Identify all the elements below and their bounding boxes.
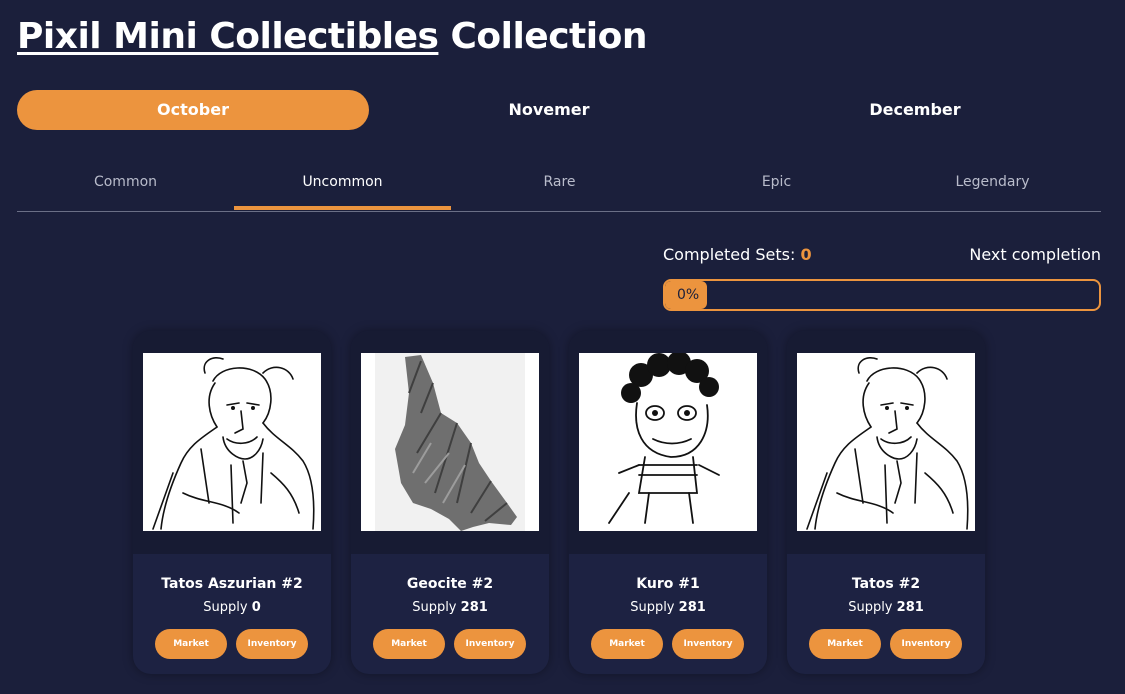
card-supply: Supply 281 [787, 600, 985, 615]
inventory-button[interactable]: Inventory [890, 629, 962, 659]
month-tabs: October Novemer December [17, 90, 1101, 130]
tab-december[interactable]: December [729, 90, 1101, 130]
crystal-rock-icon [361, 353, 539, 531]
market-button[interactable]: Market [373, 629, 445, 659]
tab-epic[interactable]: Epic [668, 160, 885, 208]
card-name: Tatos #2 [851, 576, 921, 592]
supply-label: Supply [848, 600, 893, 615]
card-image-frame [787, 331, 985, 554]
completed-sets-count: 0 [800, 245, 812, 264]
card-supply: Supply 0 [133, 600, 331, 615]
supply-value: 281 [460, 600, 488, 615]
progress-percent: 0% [677, 287, 700, 303]
collectible-card: Tatos #2 Supply 281 Market Inventory [787, 331, 985, 674]
supply-value: 281 [896, 600, 924, 615]
supply-label: Supply [203, 600, 248, 615]
inventory-button[interactable]: Inventory [236, 629, 308, 659]
card-supply: Supply 281 [569, 600, 767, 615]
tab-novemer[interactable]: Novemer [369, 90, 729, 130]
next-completion-label: Next completion [969, 245, 1101, 264]
completed-sets: Completed Sets: 0 [663, 245, 812, 264]
supply-label: Supply [630, 600, 675, 615]
man-sketch-icon [143, 353, 321, 531]
card-image-frame [569, 331, 767, 554]
page-title: Pixil Mini Collectibles Collection [17, 16, 647, 57]
inventory-button[interactable]: Inventory [672, 629, 744, 659]
market-button[interactable]: Market [591, 629, 663, 659]
tab-common[interactable]: Common [17, 160, 234, 208]
card-image-frame [133, 331, 331, 554]
frog-samurai-icon [579, 353, 757, 531]
supply-label: Supply [412, 600, 457, 615]
tab-rare[interactable]: Rare [451, 160, 668, 208]
card-name: Geocite #2 [406, 576, 494, 592]
tab-legendary[interactable]: Legendary [884, 160, 1101, 208]
supply-value: 281 [678, 600, 706, 615]
inventory-button[interactable]: Inventory [454, 629, 526, 659]
market-button[interactable]: Market [155, 629, 227, 659]
man-sketch-icon [797, 353, 975, 531]
card-supply: Supply 281 [351, 600, 549, 615]
collection-page: Pixil Mini Collectibles Collection Octob… [0, 0, 1125, 694]
supply-value: 0 [251, 600, 261, 615]
completion-progress-bar: 0% [663, 279, 1101, 311]
completed-sets-label: Completed Sets: [663, 245, 796, 264]
collection-link[interactable]: Pixil Mini Collectibles [17, 16, 439, 57]
collectible-card: Geocite #2 Supply 281 Market Inventory [351, 331, 549, 674]
card-name: Kuro #1 [636, 576, 700, 592]
tab-uncommon[interactable]: Uncommon [234, 160, 451, 210]
card-name: Tatos Aszurian #2 [161, 576, 303, 592]
title-suffix: Collection [450, 16, 647, 57]
collectible-card: Tatos Aszurian #2 Supply 0 Market Invent… [133, 331, 331, 674]
market-button[interactable]: Market [809, 629, 881, 659]
card-image-frame [351, 331, 549, 554]
rarity-tabs: Common Uncommon Rare Epic Legendary [17, 160, 1101, 212]
collectible-card: Kuro #1 Supply 281 Market Inventory [569, 331, 767, 674]
tab-october[interactable]: October [17, 90, 369, 130]
